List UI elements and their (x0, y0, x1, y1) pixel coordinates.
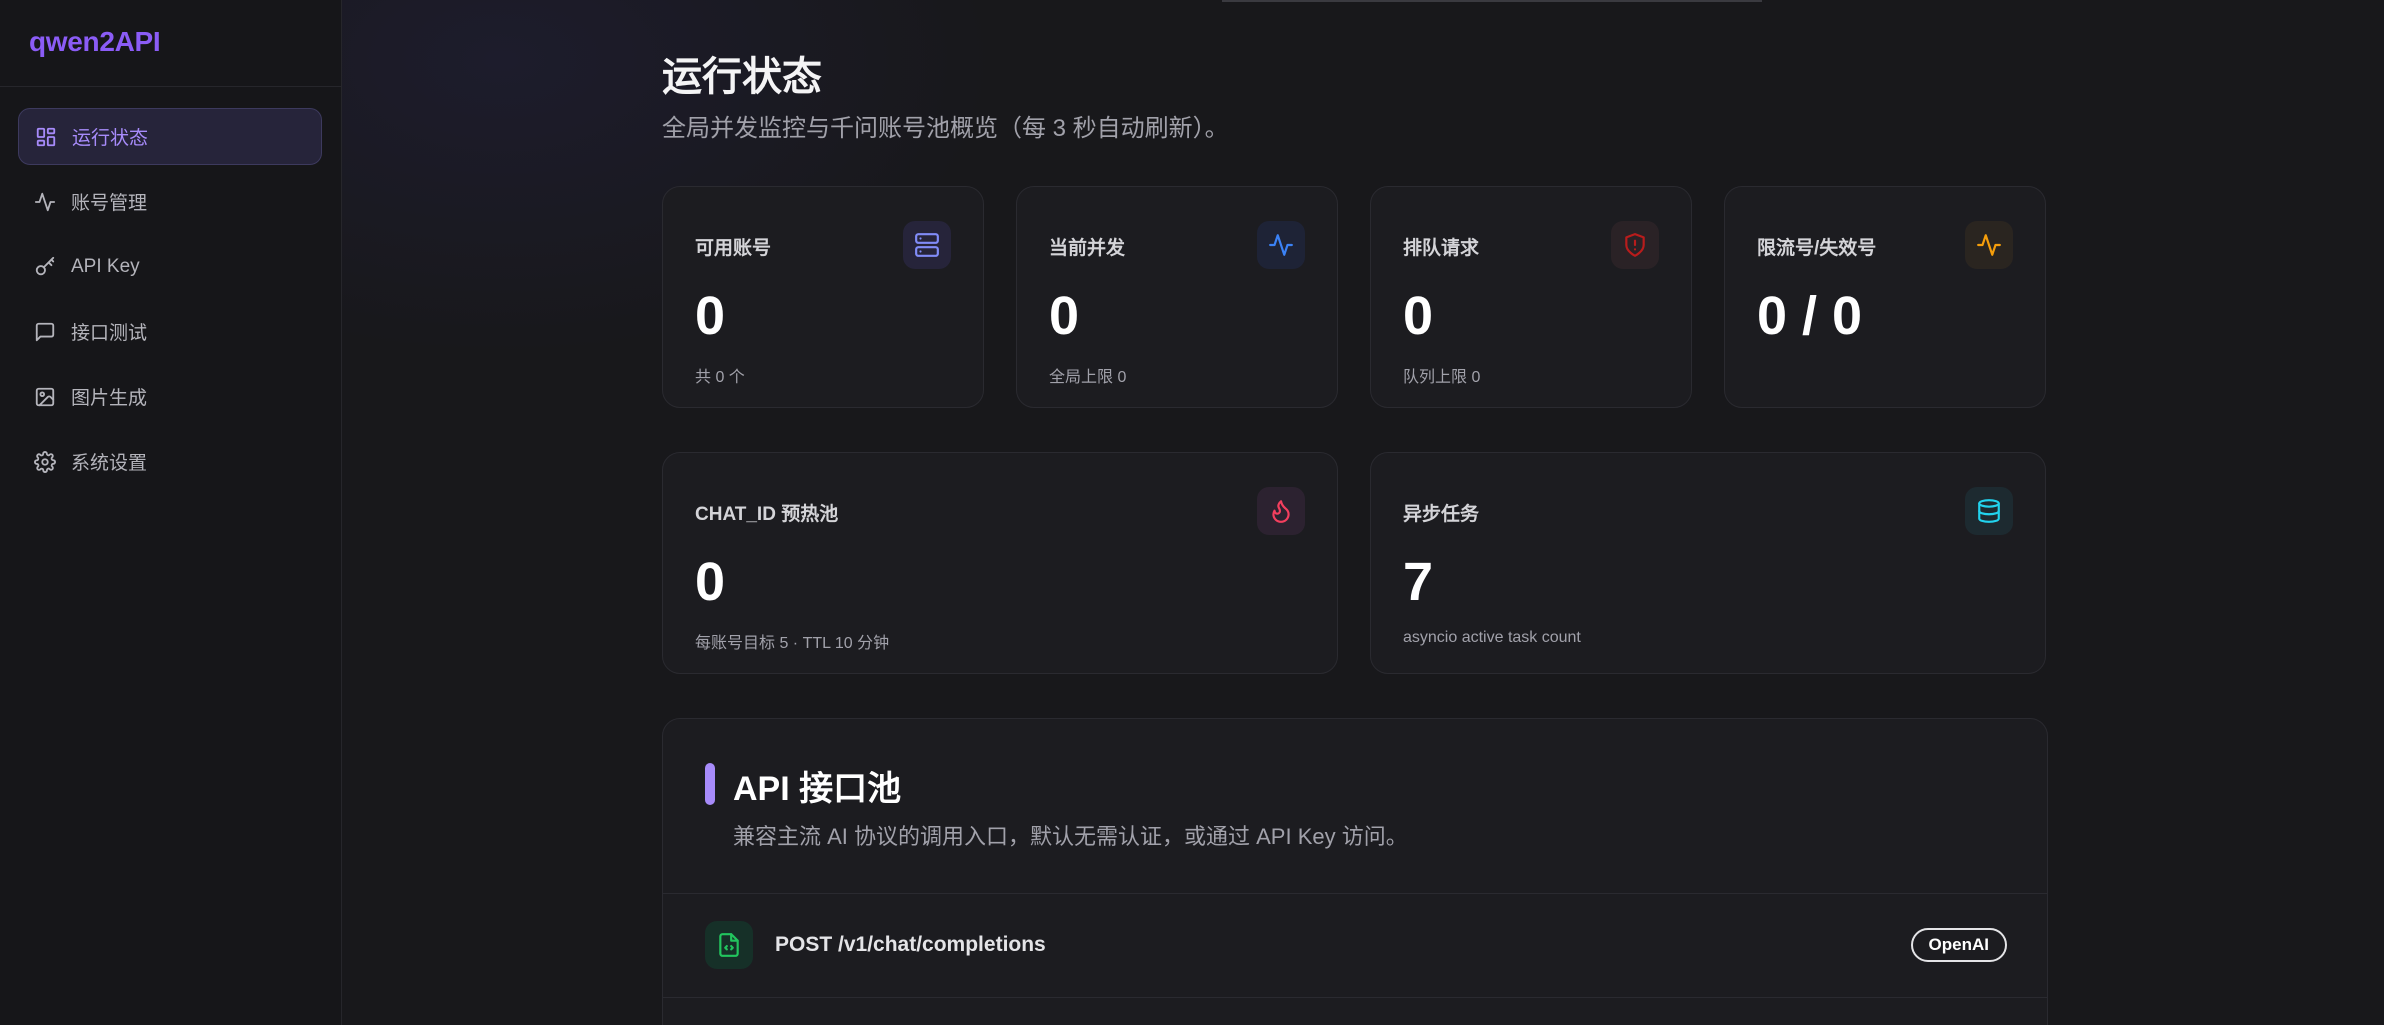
sidebar-item-label: 运行状态 (72, 128, 149, 149)
stat-caption: 全局上限 0 (1049, 369, 1127, 386)
section-accent-bar (705, 763, 715, 805)
image-icon (35, 387, 55, 406)
stat-icon-box (1611, 221, 1659, 269)
brand-logo[interactable]: qwen2API (29, 26, 161, 58)
key-icon (35, 256, 55, 275)
page-title: 运行状态 (662, 55, 822, 99)
stat-label: 可用账号 (695, 238, 772, 259)
stat-icon-box (903, 221, 951, 269)
sidebar-item-accounts[interactable]: 账号管理 (18, 173, 322, 230)
activity-icon (1977, 234, 2001, 256)
stat-caption: 共 0 个 (695, 369, 745, 386)
stat-icon-box (1257, 221, 1305, 269)
stat-icon-box (1965, 487, 2013, 535)
section-divider (663, 997, 2047, 998)
section-divider (663, 893, 2047, 894)
sidebar-item-label: 系统设置 (71, 453, 148, 474)
stat-card-available-accounts: 可用账号 0 共 0 个 (662, 186, 984, 408)
stat-value: 0 (1403, 286, 1434, 346)
stat-card-chat-id-pool: CHAT_ID 预热池 0 每账号目标 5 · TTL 10 分钟 (662, 452, 1338, 674)
stat-value: 7 (1403, 552, 1434, 612)
sidebar-item-label: 图片生成 (71, 388, 148, 409)
sidebar-item-api-test[interactable]: 接口测试 (18, 303, 322, 360)
gear-icon (34, 450, 56, 473)
sidebar-nav: 运行状态 账号管理 API Key 接口测试 图片生成 系统设置 (18, 108, 322, 498)
stat-icon-box (1965, 221, 2013, 269)
endpoint-icon-box (705, 921, 753, 969)
sidebar-divider (0, 86, 342, 87)
sidebar-item-label: 账号管理 (71, 193, 148, 214)
stat-caption: asyncio active task count (1403, 629, 1581, 646)
stat-value: 0 (1049, 286, 1080, 346)
activity-icon (34, 192, 56, 211)
stat-value: 0 (695, 286, 726, 346)
stat-label: 当前并发 (1049, 238, 1126, 259)
activity-icon (1269, 234, 1293, 256)
sidebar-item-api-key[interactable]: API Key (18, 238, 322, 295)
app-window: qwen2API 运行状态 账号管理 API Key 接口测试 图片生成 系统设… (0, 0, 2384, 1025)
stat-card-current-concurrency: 当前并发 0 全局上限 0 (1016, 186, 1338, 408)
stat-caption: 每账号目标 5 · TTL 10 分钟 (695, 635, 890, 652)
stat-label: CHAT_ID 预热池 (695, 504, 839, 525)
flame-icon (1272, 500, 1290, 523)
section-subtitle: 兼容主流 AI 协议的调用入口，默认无需认证，或通过 API Key 访问。 (733, 824, 1408, 849)
stat-label: 异步任务 (1403, 504, 1480, 525)
stat-value: 0 / 0 (1757, 286, 1863, 346)
stat-value: 0 (695, 552, 726, 612)
sidebar-item-label: 接口测试 (71, 323, 148, 344)
dashboard-icon (36, 127, 56, 146)
api-pool-section: API 接口池 兼容主流 AI 协议的调用入口，默认无需认证，或通过 API K… (662, 718, 2048, 1025)
stat-label: 限流号/失效号 (1757, 238, 1877, 259)
stat-card-queued-requests: 排队请求 0 队列上限 0 (1370, 186, 1692, 408)
message-icon (35, 322, 55, 341)
sidebar: qwen2API 运行状态 账号管理 API Key 接口测试 图片生成 系统设… (0, 0, 342, 1025)
top-progress-line (1222, 0, 1762, 2)
sidebar-item-status[interactable]: 运行状态 (18, 108, 322, 165)
stat-label: 排队请求 (1403, 238, 1480, 259)
main-content: 运行状态 全局并发监控与千问账号池概览（每 3 秒自动刷新）。 可用账号 0 共… (342, 0, 2384, 1025)
stat-caption: 队列上限 0 (1403, 369, 1481, 386)
endpoint-path: POST /v1/chat/completions (775, 933, 1046, 956)
stat-card-rate-limited-invalid: 限流号/失效号 0 / 0 (1724, 186, 2046, 408)
sidebar-item-image-gen[interactable]: 图片生成 (18, 368, 322, 425)
protocol-badge: OpenAI (1910, 928, 2007, 962)
database-icon (1978, 499, 2000, 523)
shield-alert-icon (1625, 233, 1645, 257)
sidebar-item-settings[interactable]: 系统设置 (18, 433, 322, 490)
file-code-icon (719, 933, 739, 957)
stat-icon-box (1257, 487, 1305, 535)
section-title: API 接口池 (733, 770, 902, 808)
stat-card-async-tasks: 异步任务 7 asyncio active task count (1370, 452, 2046, 674)
page-subtitle: 全局并发监控与千问账号池概览（每 3 秒自动刷新）。 (662, 115, 1229, 142)
sidebar-item-label: API Key (71, 255, 140, 277)
server-icon (915, 233, 939, 257)
